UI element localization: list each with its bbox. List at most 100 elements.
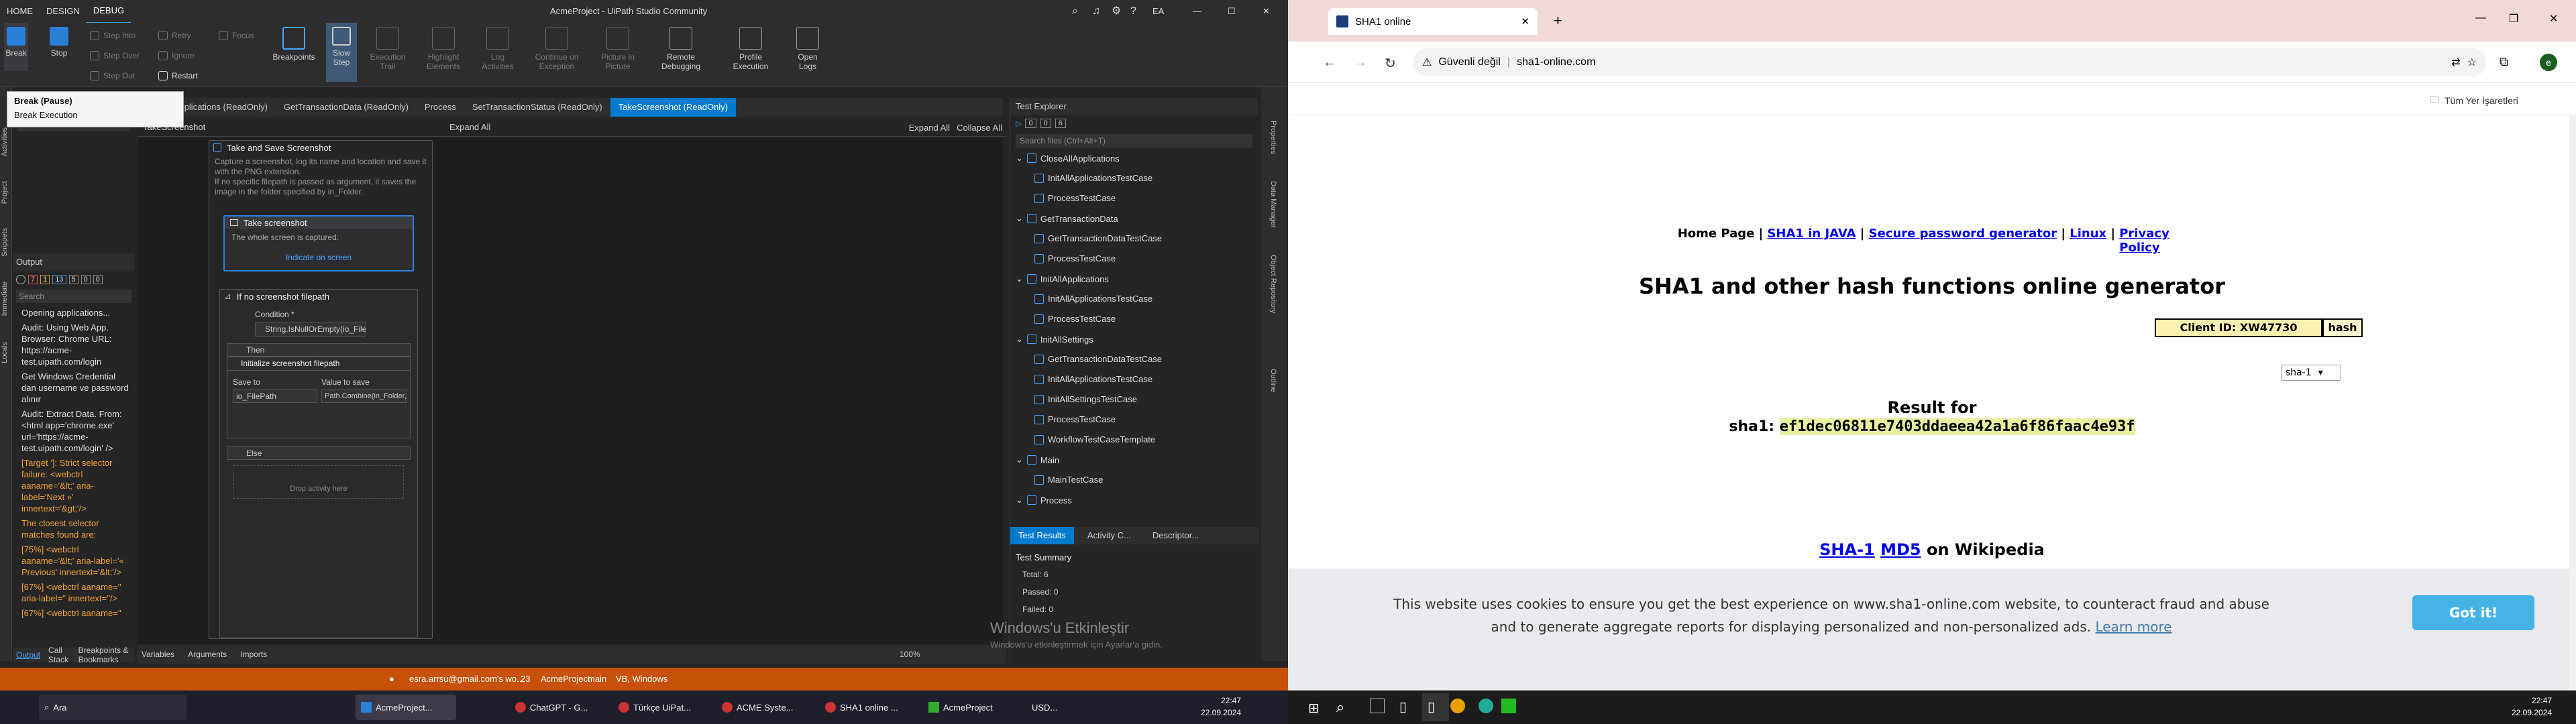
doc-tab-gettransactiondata[interactable]: GetTransactionData (ReadOnly) bbox=[276, 98, 417, 117]
page-scrollbar[interactable] bbox=[2569, 115, 2576, 690]
tab-call-stack[interactable]: Call Stack bbox=[48, 646, 70, 664]
doc-tab-process[interactable]: Process bbox=[417, 98, 464, 117]
ignore-button[interactable]: Ignore bbox=[158, 51, 195, 60]
chevron-down-icon[interactable]: ⌄ bbox=[1016, 495, 1023, 505]
test-group-item[interactable]: ⌄ InitAllApplications bbox=[1016, 274, 1109, 284]
reload-icon[interactable]: ↻ bbox=[1385, 55, 1396, 72]
imports-tab[interactable]: Imports bbox=[240, 650, 267, 659]
error-count[interactable]: 7 bbox=[28, 275, 38, 284]
tab-descriptor[interactable]: Descriptor... bbox=[1144, 527, 1207, 544]
if-activity[interactable]: ⊿ If no screenshot filepath Condition * … bbox=[219, 289, 418, 638]
remote-debugging-button[interactable]: Remote Debugging bbox=[649, 23, 712, 71]
test-case-item[interactable]: InitAllSettingsTestCase bbox=[1034, 394, 1137, 404]
focus-button[interactable]: Focus bbox=[219, 31, 254, 40]
then-branch[interactable]: Then bbox=[227, 343, 411, 357]
taskbar-clock[interactable]: 22:47 22.09.2024 bbox=[1201, 695, 1241, 719]
chevron-down-icon[interactable]: ⌄ bbox=[1016, 153, 1023, 164]
condition-input[interactable]: String.IsNullOrEmpty(io_FilePath) bbox=[255, 322, 366, 337]
result-hash[interactable]: ef1dec06811e7403ddaeea42a1a6f86faac4e93f bbox=[1779, 418, 2135, 435]
close-icon[interactable]: ✕ bbox=[1263, 0, 1270, 23]
wiki-sha1-link[interactable]: SHA-1 bbox=[1819, 540, 1875, 559]
taskbar-app-acmeproject[interactable]: AcmeProject... bbox=[356, 695, 456, 720]
indicate-on-screen-link[interactable]: Indicate on screen bbox=[225, 253, 413, 262]
side-tab-object-repository[interactable]: Object Repository bbox=[1269, 255, 1277, 313]
test-group-item[interactable]: ⌄ InitAllSettings bbox=[1016, 334, 1093, 345]
log-activities-button[interactable]: Log Activities bbox=[470, 23, 526, 71]
continue-on-exception-button[interactable]: Continue on Exception bbox=[525, 23, 589, 71]
picture-in-picture-button[interactable]: Picture in Picture bbox=[589, 23, 647, 71]
trace-count[interactable]: 5 bbox=[68, 275, 78, 284]
expand-all-button[interactable]: Expand All bbox=[909, 123, 950, 133]
tab-output[interactable]: Output bbox=[16, 650, 40, 660]
restore-icon[interactable]: ❐ bbox=[2509, 12, 2518, 25]
menu-tab-design[interactable]: DESIGN bbox=[40, 0, 87, 23]
break-button[interactable]: Break bbox=[4, 23, 28, 71]
retry-button[interactable]: Retry bbox=[158, 31, 191, 40]
test-group-item[interactable]: ⌄ GetTransactionData bbox=[1016, 213, 1118, 224]
nav-linux[interactable]: Linux bbox=[2070, 227, 2106, 241]
test-case-item[interactable]: GetTransactionDataTestCase bbox=[1034, 233, 1162, 243]
search-icon[interactable]: ⌕ bbox=[1336, 699, 1344, 716]
variables-tab[interactable]: Variables bbox=[142, 650, 174, 659]
zoom-level[interactable]: 100% bbox=[900, 650, 920, 659]
chevron-down-icon[interactable]: ⌄ bbox=[1016, 334, 1023, 345]
back-icon[interactable]: ← bbox=[1323, 55, 1336, 70]
take-screenshot-activity[interactable]: Take screenshot The whole screen is capt… bbox=[223, 215, 414, 272]
side-tab-immediate[interactable]: Immediate bbox=[1, 282, 9, 316]
step-over-button[interactable]: Step Over bbox=[90, 51, 140, 60]
test-case-item[interactable]: InitAllApplicationsTestCase bbox=[1034, 173, 1152, 183]
restart-button[interactable]: Restart bbox=[158, 71, 198, 80]
step-into-button[interactable]: Step Into bbox=[90, 31, 136, 40]
all-bookmarks-button[interactable]: 🗀 Tüm Yer İşaretleri bbox=[2430, 93, 2518, 109]
test-case-item[interactable]: InitAllApplicationsTestCase bbox=[1034, 374, 1152, 384]
test-case-item[interactable]: InitAllApplicationsTestCase bbox=[1034, 294, 1152, 304]
extensions-icon[interactable]: ⧉ bbox=[2500, 55, 2508, 69]
security-label[interactable]: Güvenli değil bbox=[1438, 56, 1501, 68]
stop-button[interactable]: Stop bbox=[47, 23, 71, 58]
info-count[interactable]: 13 bbox=[52, 275, 66, 284]
run-icon[interactable]: ▷ bbox=[1016, 119, 1021, 128]
test-case-item[interactable]: WorkflowTestCaseTemplate bbox=[1034, 434, 1155, 444]
side-tab-snippets[interactable]: Snippets bbox=[1, 228, 9, 257]
chevron-down-icon[interactable]: ⌄ bbox=[1016, 455, 1023, 465]
windows-start-icon[interactable]: ⊞ bbox=[1308, 700, 1320, 717]
nav-home[interactable]: Home Page bbox=[1678, 227, 1755, 241]
else-branch[interactable]: Else bbox=[227, 446, 411, 460]
new-tab-icon[interactable]: + bbox=[1554, 12, 1562, 29]
settings-icon[interactable]: ⚙ bbox=[1112, 0, 1121, 23]
bookmark-star-icon[interactable]: ☆ bbox=[2467, 56, 2477, 69]
tab-activity-coverage[interactable]: Activity C... bbox=[1079, 527, 1139, 544]
file-icon[interactable]: ▯ bbox=[1428, 699, 1435, 715]
app-icon[interactable] bbox=[1501, 699, 1516, 713]
status-email[interactable]: esra.arrsu@gmail.com's wo... bbox=[409, 674, 524, 684]
algo-select[interactable]: sha-1 ▾ bbox=[2281, 365, 2341, 381]
hash-input[interactable]: Client ID: XW47730 bbox=[2155, 318, 2322, 337]
tab-test-results[interactable]: Test Results bbox=[1010, 527, 1074, 544]
profile-execution-button[interactable]: Profile Execution bbox=[719, 23, 782, 71]
address-bar[interactable]: ⚠ Güvenli değil | sha1-online.com ⇄ ☆ bbox=[1413, 48, 2486, 76]
doc-tab-takescreenshot[interactable]: TakeScreenshot (ReadOnly) bbox=[610, 98, 737, 117]
value-to-save-input[interactable]: Path.Combine(in_Folder, "Exceptic bbox=[321, 389, 407, 403]
warning-count[interactable]: 1 bbox=[40, 275, 50, 284]
verbose-count[interactable]: 0 bbox=[80, 275, 91, 284]
maximize-icon[interactable]: ☐ bbox=[1228, 0, 1236, 23]
taskbar-app-acme[interactable]: ACME Syste... bbox=[716, 695, 817, 720]
minimize-icon[interactable]: — bbox=[1193, 0, 1201, 23]
arguments-tab[interactable]: Arguments bbox=[188, 650, 227, 659]
side-tab-locals[interactable]: Locals bbox=[1, 342, 9, 363]
passed-filter[interactable]: 0 bbox=[1025, 119, 1036, 128]
taskbar-clock-right[interactable]: 22:47 22.09.2024 bbox=[2512, 695, 2552, 719]
test-search-input[interactable]: Search files (Ctrl+Alt+T) bbox=[1016, 134, 1252, 147]
failed-filter[interactable]: 0 bbox=[1040, 119, 1051, 128]
task-view-icon[interactable] bbox=[1370, 699, 1385, 713]
hash-button[interactable]: hash bbox=[2322, 318, 2363, 337]
account-label[interactable]: EA bbox=[1152, 0, 1164, 23]
side-tab-project[interactable]: Project bbox=[1, 181, 9, 204]
taskbar-search[interactable]: ⌕ Ara bbox=[39, 695, 186, 720]
search-icon[interactable]: ⌕ bbox=[1072, 0, 1078, 23]
step-out-button[interactable]: Step Out bbox=[90, 71, 135, 80]
menu-tab-home[interactable]: HOME bbox=[0, 0, 40, 23]
status-project[interactable]: AcmeProject bbox=[541, 674, 590, 684]
wiki-md5-link[interactable]: MD5 bbox=[1880, 540, 1921, 559]
breakpoints-button[interactable]: Breakpoints bbox=[266, 23, 322, 62]
